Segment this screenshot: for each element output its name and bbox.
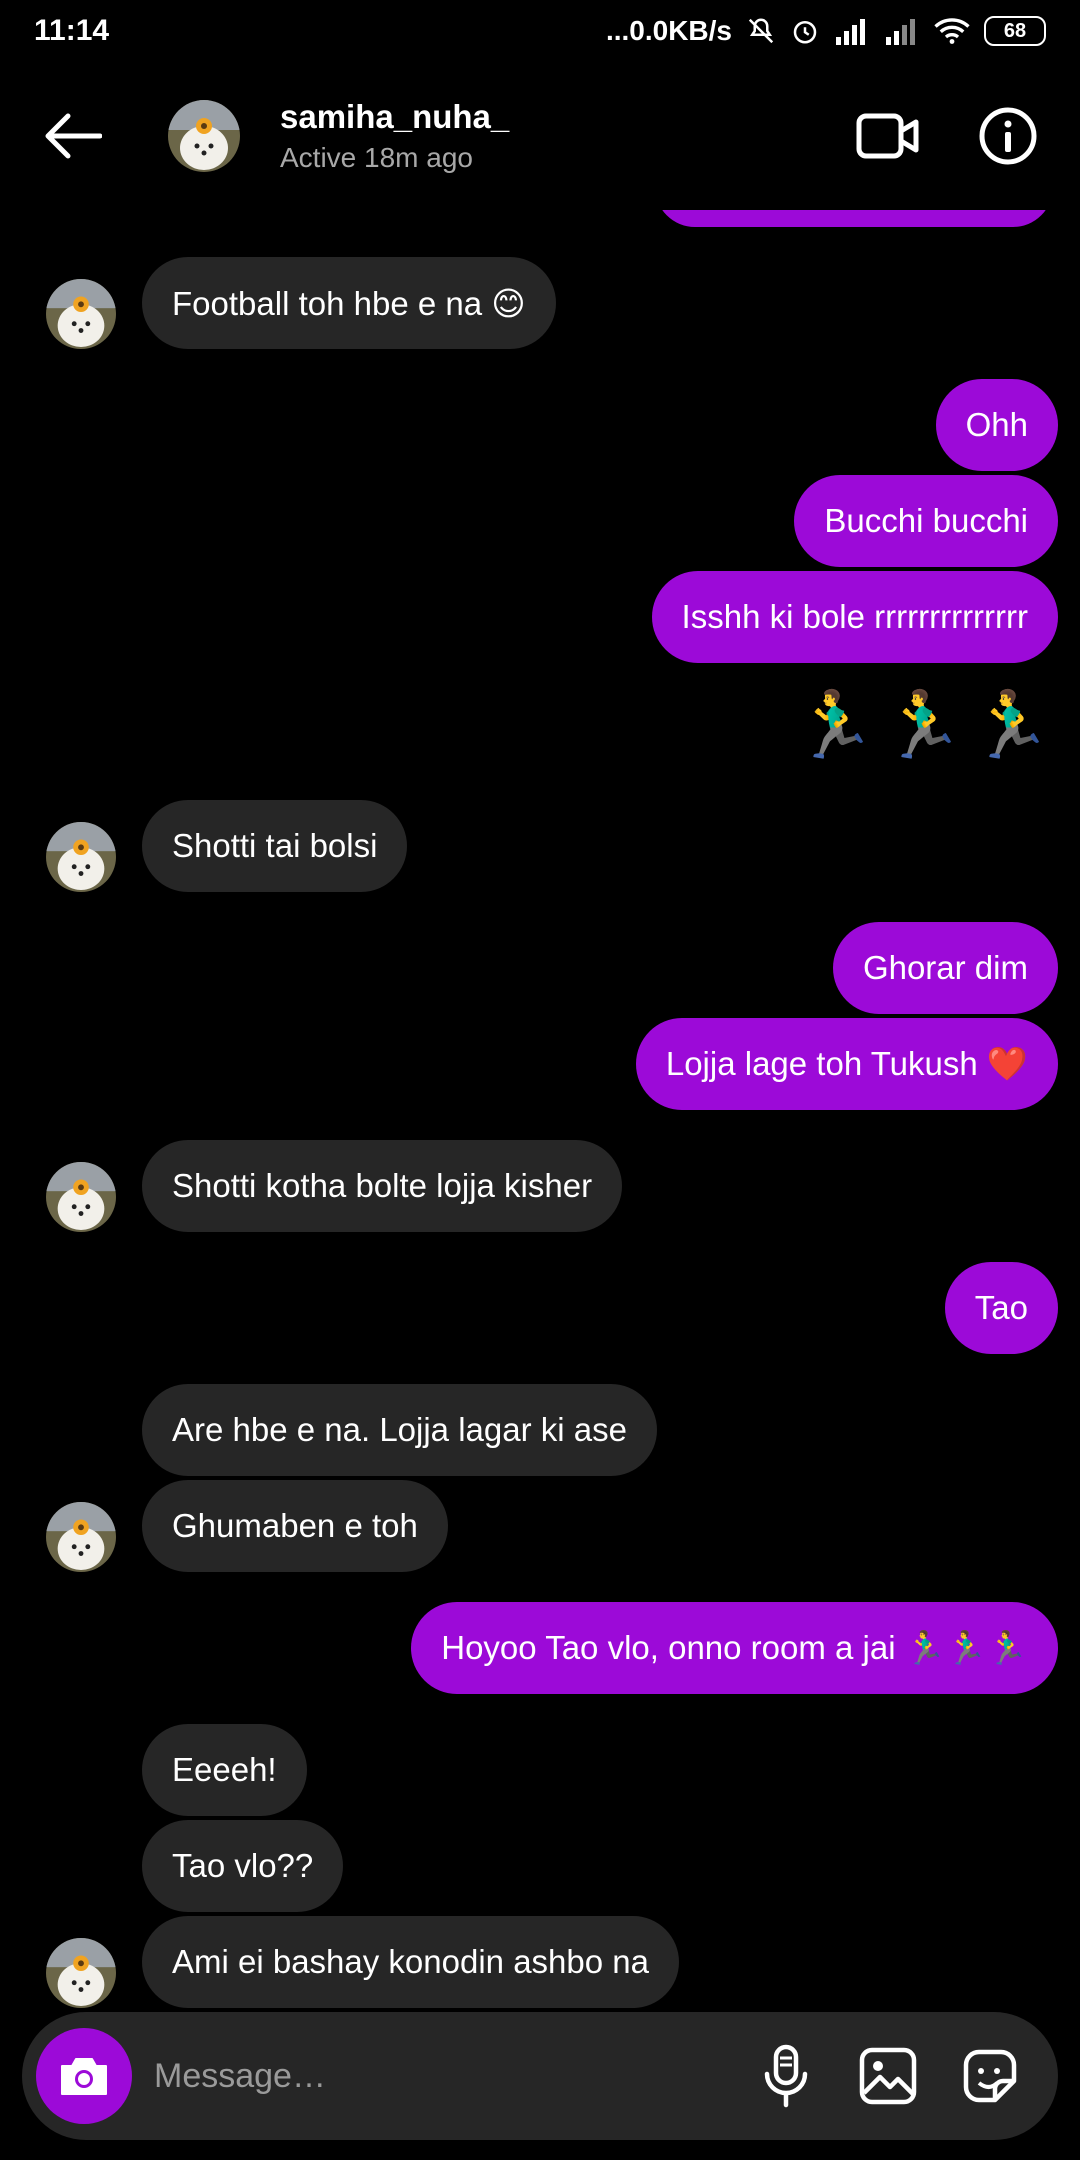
incoming-message[interactable]: Eeeeh! bbox=[142, 1724, 307, 1816]
outgoing-message[interactable]: Ohh bbox=[935, 379, 1058, 471]
gallery-button[interactable] bbox=[858, 2044, 918, 2108]
incoming-message[interactable]: Tao vlo?? bbox=[142, 1820, 344, 1912]
contact-status: Active 18m ago bbox=[280, 142, 473, 173]
message-composer bbox=[22, 2012, 1058, 2140]
header-actions bbox=[856, 104, 1040, 168]
video-call-button[interactable] bbox=[856, 104, 920, 168]
outgoing-message[interactable]: Bucchi bucchi bbox=[794, 475, 1058, 567]
camera-button[interactable] bbox=[36, 2028, 132, 2124]
video-camera-icon bbox=[856, 113, 919, 159]
incoming-message[interactable]: Ami ei bashay konodin ashbo na bbox=[142, 1916, 679, 2008]
outgoing-message[interactable]: Ghorar dim bbox=[832, 922, 1058, 1014]
incoming-message[interactable]: Shotti kotha bolte lojja kisher bbox=[142, 1140, 623, 1232]
incoming-message[interactable]: Football toh hbe e na 😊 bbox=[142, 257, 556, 349]
message-thread[interactable]: Football toh hbe e na 😊 Ohh Bucchi bucch… bbox=[0, 0, 1080, 2010]
sender-avatar[interactable] bbox=[46, 1938, 116, 2008]
dog-avatar-image bbox=[46, 822, 116, 892]
sender-avatar[interactable] bbox=[46, 1162, 116, 1232]
sticker-button[interactable] bbox=[960, 2044, 1020, 2108]
outgoing-message[interactable]: Isshh ki bole rrrrrrrrrrrrrr bbox=[651, 571, 1058, 663]
dog-avatar-image bbox=[46, 1502, 116, 1572]
info-icon bbox=[979, 107, 1037, 165]
sender-avatar[interactable] bbox=[46, 1502, 116, 1572]
camera-icon bbox=[61, 2058, 107, 2095]
outgoing-message[interactable]: Hoyoo Tao vlo, onno room a jai 🏃‍♂️🏃‍♂️🏃… bbox=[411, 1602, 1058, 1694]
image-icon bbox=[859, 2047, 917, 2105]
back-button[interactable] bbox=[36, 100, 108, 172]
sender-avatar[interactable] bbox=[46, 822, 116, 892]
contact-info[interactable]: samiha_nuha_ Active 18m ago bbox=[280, 98, 509, 174]
incoming-message[interactable]: Are hbe e na. Lojja lagar ki ase bbox=[142, 1384, 657, 1476]
sticker-icon bbox=[963, 2049, 1017, 2103]
outgoing-emoji-message[interactable]: 🏃‍♂️🏃‍♂️🏃‍♂️ bbox=[793, 686, 1058, 764]
dog-avatar-image bbox=[46, 279, 116, 349]
voice-message-button[interactable] bbox=[756, 2044, 816, 2108]
microphone-icon bbox=[764, 2044, 808, 2108]
dog-avatar-image bbox=[168, 100, 240, 172]
incoming-message[interactable]: Ghumaben e toh bbox=[142, 1480, 448, 1572]
outgoing-message[interactable]: Lojja lage toh Tukush ❤️ bbox=[635, 1018, 1058, 1110]
sender-avatar[interactable] bbox=[46, 279, 116, 349]
incoming-message[interactable]: Shotti tai bolsi bbox=[142, 800, 408, 892]
dog-avatar-image bbox=[46, 1938, 116, 2008]
info-button[interactable] bbox=[976, 104, 1040, 168]
dog-avatar-image bbox=[46, 1162, 116, 1232]
chat-header: samiha_nuha_ Active 18m ago bbox=[0, 62, 1080, 210]
composer-actions bbox=[756, 2044, 1020, 2108]
contact-name: samiha_nuha_ bbox=[280, 98, 510, 135]
arrow-left-icon bbox=[45, 113, 102, 159]
outgoing-message[interactable]: Tao bbox=[944, 1262, 1058, 1354]
contact-avatar[interactable] bbox=[168, 100, 240, 172]
message-input[interactable] bbox=[154, 2056, 756, 2096]
